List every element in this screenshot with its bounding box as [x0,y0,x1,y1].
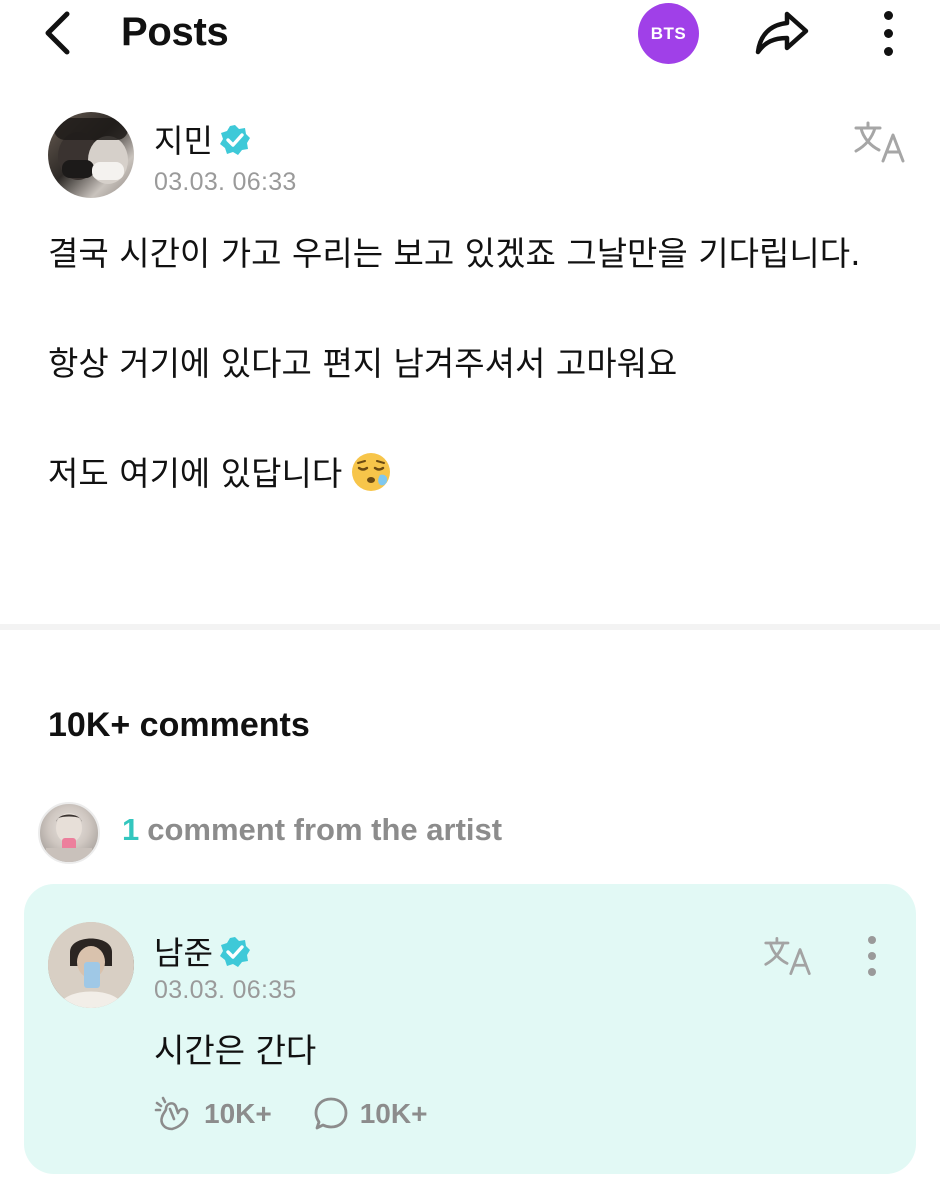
like-button[interactable]: 10K+ [154,1095,272,1133]
comment-translate-button[interactable] [760,932,816,980]
comment-more-button[interactable] [854,932,890,980]
translate-icon [764,937,811,975]
community-badge[interactable]: BTS [638,3,699,64]
post-paragraph-text: 저도 여기에 있답니다 [48,454,343,493]
back-button[interactable] [30,6,84,60]
post-body: 결국 시간이 가고 우리는 보고 있겠죠 그날만을 기다립니다. 항상 거기에 … [48,226,898,501]
chevron-left-icon [45,11,70,55]
reply-count: 10K+ [359,1098,428,1129]
artist-avatar-small [38,802,100,864]
section-divider [0,624,940,630]
author-name[interactable]: 지민 [154,116,251,162]
dot-icon [883,46,893,56]
verified-badge-icon [219,125,250,155]
comment-text: 시간은 간다 [154,1031,317,1070]
dot-icon [883,28,893,38]
commenter-name-text: 남준 [154,934,213,972]
share-button[interactable] [752,6,812,60]
comments-count-heading: 10K+ comments [48,706,310,744]
comment-actions: 10K+ 10K+ [154,1092,467,1136]
reply-button[interactable]: 10K+ [312,1095,428,1133]
post-author-row: 지민 03.03. 06:33 [48,112,908,202]
share-icon [755,11,809,55]
dot-icon [883,10,893,20]
cheer-icon [154,1096,189,1131]
like-count: 10K+ [204,1098,272,1129]
app-header: Posts BTS [0,0,940,70]
artist-comment-text: comment from the artist [147,812,503,847]
author-avatar[interactable] [48,112,134,198]
avatar-photo [48,922,134,1008]
dot-icon [868,968,876,976]
more-options-button[interactable] [868,6,908,60]
comment-bubble-icon [314,1097,348,1130]
sleepy-face-emoji-icon [352,452,391,491]
translate-icon [854,121,905,163]
artist-comment-card: 남준 03.03. 06:35 시간은 간다 10K+ 10K+ [24,884,916,1174]
post-timestamp: 03.03. 06:33 [154,168,297,196]
author-name-text: 지민 [154,122,213,160]
commenter-avatar[interactable] [48,922,134,1008]
post-paragraph-last: 저도 여기에 있답니다 [48,446,898,501]
page-title: Posts [121,10,229,54]
post-paragraph: 결국 시간이 가고 우리는 보고 있겠죠 그날만을 기다립니다. [48,234,861,273]
verified-badge-icon [219,937,250,967]
translate-button[interactable] [852,118,908,166]
post-paragraph: 항상 거기에 있다고 편지 남겨주셔서 고마워요 [48,344,678,383]
dot-icon [868,936,876,944]
commenter-name[interactable]: 남준 [154,928,251,974]
artist-comment-label: 1 comment from the artist [122,812,502,848]
artist-comment-count: 1 [122,812,140,847]
avatar-photo [46,813,92,862]
comment-timestamp: 03.03. 06:35 [154,976,297,1004]
avatar-photo [54,118,128,184]
artist-comments-summary[interactable]: 1 comment from the artist [38,802,638,864]
dot-icon [868,952,876,960]
